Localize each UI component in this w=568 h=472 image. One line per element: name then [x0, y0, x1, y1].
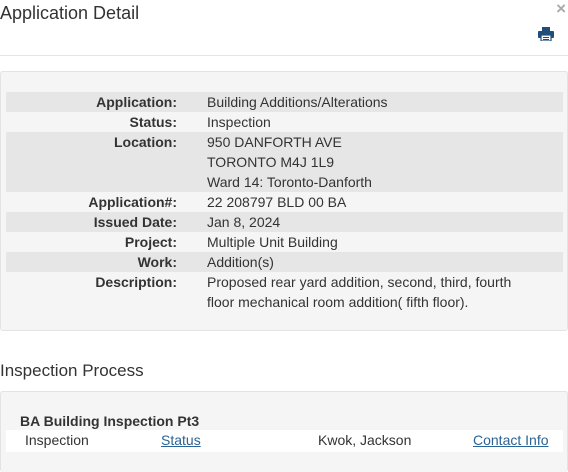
description-value: Proposed rear yard addition, second, thi…	[207, 272, 563, 312]
status-value: Inspection	[207, 114, 271, 130]
location-city: TORONTO M4J 1L9	[207, 154, 335, 170]
print-button[interactable]	[538, 27, 554, 42]
work-label: Work:	[6, 252, 177, 272]
issued-date-label: Issued Date:	[6, 212, 177, 232]
inspection-type: Inspection	[25, 432, 89, 448]
status-label: Status:	[129, 114, 177, 130]
detail-row-application: Application: Building Additions/Alterati…	[6, 92, 563, 112]
description-line-1: Proposed rear yard addition, second, thi…	[207, 274, 512, 290]
inspection-process-title: Inspection Process	[0, 361, 144, 380]
description-line-2: floor mechanical room addition( fifth fl…	[207, 294, 469, 310]
inspection-row: Inspection Status Kwok, Jackson Contact …	[6, 430, 563, 452]
contact-info-link[interactable]: Contact Info	[473, 432, 549, 448]
status-link[interactable]: Status	[161, 432, 201, 448]
detail-row-description: Description: Proposed rear yard addition…	[6, 272, 563, 312]
detail-row-status: Status: Inspection	[6, 112, 563, 132]
dialog-title: Application Detail	[0, 3, 140, 23]
inspection-panel: BA Building Inspection Pt3 Inspection St…	[0, 391, 568, 472]
work-value: Addition(s)	[207, 252, 563, 272]
inspector-name: Kwok, Jackson	[318, 432, 412, 448]
location-value: 950 DANFORTH AVE TORONTO M4J 1L9 Ward 14…	[207, 132, 563, 192]
location-street: 950 DANFORTH AVE	[207, 134, 342, 150]
close-button[interactable]: ×	[556, 0, 566, 17]
issued-date-value: Jan 8, 2024	[207, 212, 563, 232]
location-ward: Ward 14: Toronto-Danforth	[207, 174, 372, 190]
application-number-value: 22 208797 BLD 00 BA	[207, 194, 347, 210]
inspection-group-title: BA Building Inspection Pt3	[20, 413, 200, 429]
detail-row-location: Location: 950 DANFORTH AVE TORONTO M4J 1…	[6, 132, 563, 192]
print-icon	[538, 27, 554, 42]
application-detail-panel: Application: Building Additions/Alterati…	[0, 71, 568, 331]
project-value: Multiple Unit Building	[207, 234, 338, 250]
detail-row-issued-date: Issued Date: Jan 8, 2024	[6, 212, 563, 232]
project-label: Project:	[124, 234, 177, 250]
location-label: Location:	[6, 132, 177, 192]
detail-table: Application: Building Additions/Alterati…	[6, 92, 563, 312]
header-divider	[0, 55, 568, 56]
detail-row-work: Work: Addition(s)	[6, 252, 563, 272]
application-value: Building Additions/Alterations	[207, 92, 563, 112]
description-label: Description:	[95, 274, 177, 290]
detail-row-project: Project: Multiple Unit Building	[6, 232, 563, 252]
application-label: Application:	[6, 92, 177, 112]
application-number-label: Application#:	[88, 194, 177, 210]
detail-row-application-number: Application#: 22 208797 BLD 00 BA	[6, 192, 563, 212]
